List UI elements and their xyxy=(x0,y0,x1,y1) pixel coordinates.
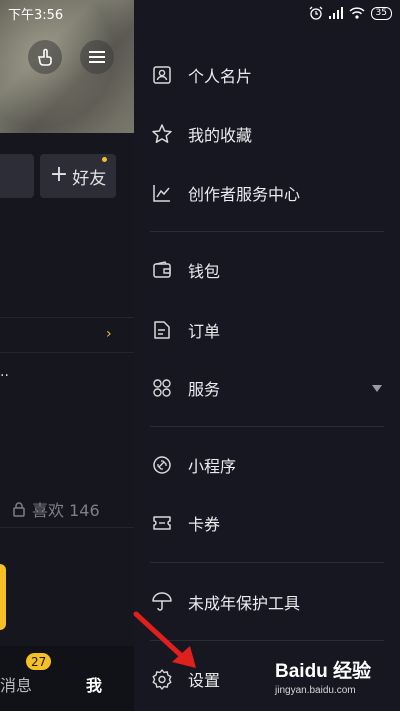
menu-item-coupons[interactable]: 卡券 xyxy=(134,501,400,545)
likes-label: 喜欢 146 xyxy=(32,501,100,520)
nav-messages[interactable]: 消息 xyxy=(0,672,32,696)
menu-item-label: 小程序 xyxy=(188,457,237,476)
menu-item-label: 未成年保护工具 xyxy=(188,594,301,613)
star-icon xyxy=(150,122,174,146)
watermark: Baidu 经验 jingyan.baidu.com xyxy=(275,656,393,696)
divider xyxy=(150,231,384,232)
more-icon: ·· xyxy=(0,368,9,384)
edit-profile-button[interactable] xyxy=(0,154,34,198)
menu-item-label: 服务 xyxy=(188,380,221,399)
grid-icon xyxy=(150,376,174,400)
divider xyxy=(0,317,134,318)
annotation-arrow-icon xyxy=(133,611,196,668)
ticket-icon xyxy=(150,511,174,535)
nav-me[interactable]: 我 xyxy=(86,672,102,696)
menu-item-label: 创作者服务中心 xyxy=(188,185,301,204)
chevron-right-icon[interactable]: › xyxy=(106,326,112,342)
menu-item-label: 卡券 xyxy=(188,515,221,534)
document-icon xyxy=(150,318,174,342)
hand-pointer-icon xyxy=(38,48,52,66)
menu-item-label: 钱包 xyxy=(188,262,221,281)
id-card-icon xyxy=(150,63,174,87)
watermark-logo: Baidu 经验 xyxy=(275,661,372,682)
hamburger-icon xyxy=(89,51,105,63)
menu-item-orders[interactable]: 订单 xyxy=(134,308,400,352)
signal-icon xyxy=(328,7,343,19)
battery-level: 35 xyxy=(375,8,387,18)
divider xyxy=(150,426,384,427)
status-time: 下午3:56 xyxy=(8,8,64,23)
status-icons: 35 xyxy=(309,6,392,20)
watermark-url: jingyan.baidu.com xyxy=(275,685,356,696)
caret-down-icon[interactable] xyxy=(372,384,382,392)
menu-item-wallet[interactable]: 钱包 xyxy=(134,248,400,292)
add-friend-label: 好友 xyxy=(72,168,107,189)
divider xyxy=(150,562,384,563)
menu-button[interactable] xyxy=(80,40,114,74)
menu-item-favorites[interactable]: 我的收藏 xyxy=(134,112,400,156)
battery-icon: 35 xyxy=(370,6,392,20)
likes-count[interactable]: 喜欢 146 xyxy=(12,497,100,521)
menu-item-label: 个人名片 xyxy=(188,67,253,86)
side-drawer: 35 个人名片 我的收藏 创作者服务中心 钱包 订单 服务 小程序 卡券 未成年… xyxy=(134,0,400,711)
link-icon xyxy=(150,453,174,477)
menu-item-creator-center[interactable]: 创作者服务中心 xyxy=(134,171,400,215)
wifi-icon xyxy=(349,7,365,19)
menu-item-label: 我的收藏 xyxy=(188,126,253,145)
notification-dot xyxy=(102,157,107,162)
menu-item-mini-programs[interactable]: 小程序 xyxy=(134,443,400,487)
messages-badge: 27 xyxy=(26,653,52,670)
profile-page-background: 下午3:56 + 好友 › ·· 喜欢 146 消息 27 我 xyxy=(0,0,134,711)
plus-icon: + xyxy=(49,162,69,187)
menu-item-services[interactable]: 服务 xyxy=(134,366,400,410)
chart-icon xyxy=(150,181,174,205)
menu-item-label: 订单 xyxy=(188,322,221,341)
share-button[interactable] xyxy=(28,40,62,74)
divider xyxy=(0,352,134,353)
lock-icon xyxy=(13,502,25,517)
alarm-icon xyxy=(309,6,323,20)
floating-tab[interactable] xyxy=(0,564,6,630)
menu-item-business-card[interactable]: 个人名片 xyxy=(134,53,400,97)
wallet-icon xyxy=(150,258,174,282)
divider xyxy=(0,527,134,528)
